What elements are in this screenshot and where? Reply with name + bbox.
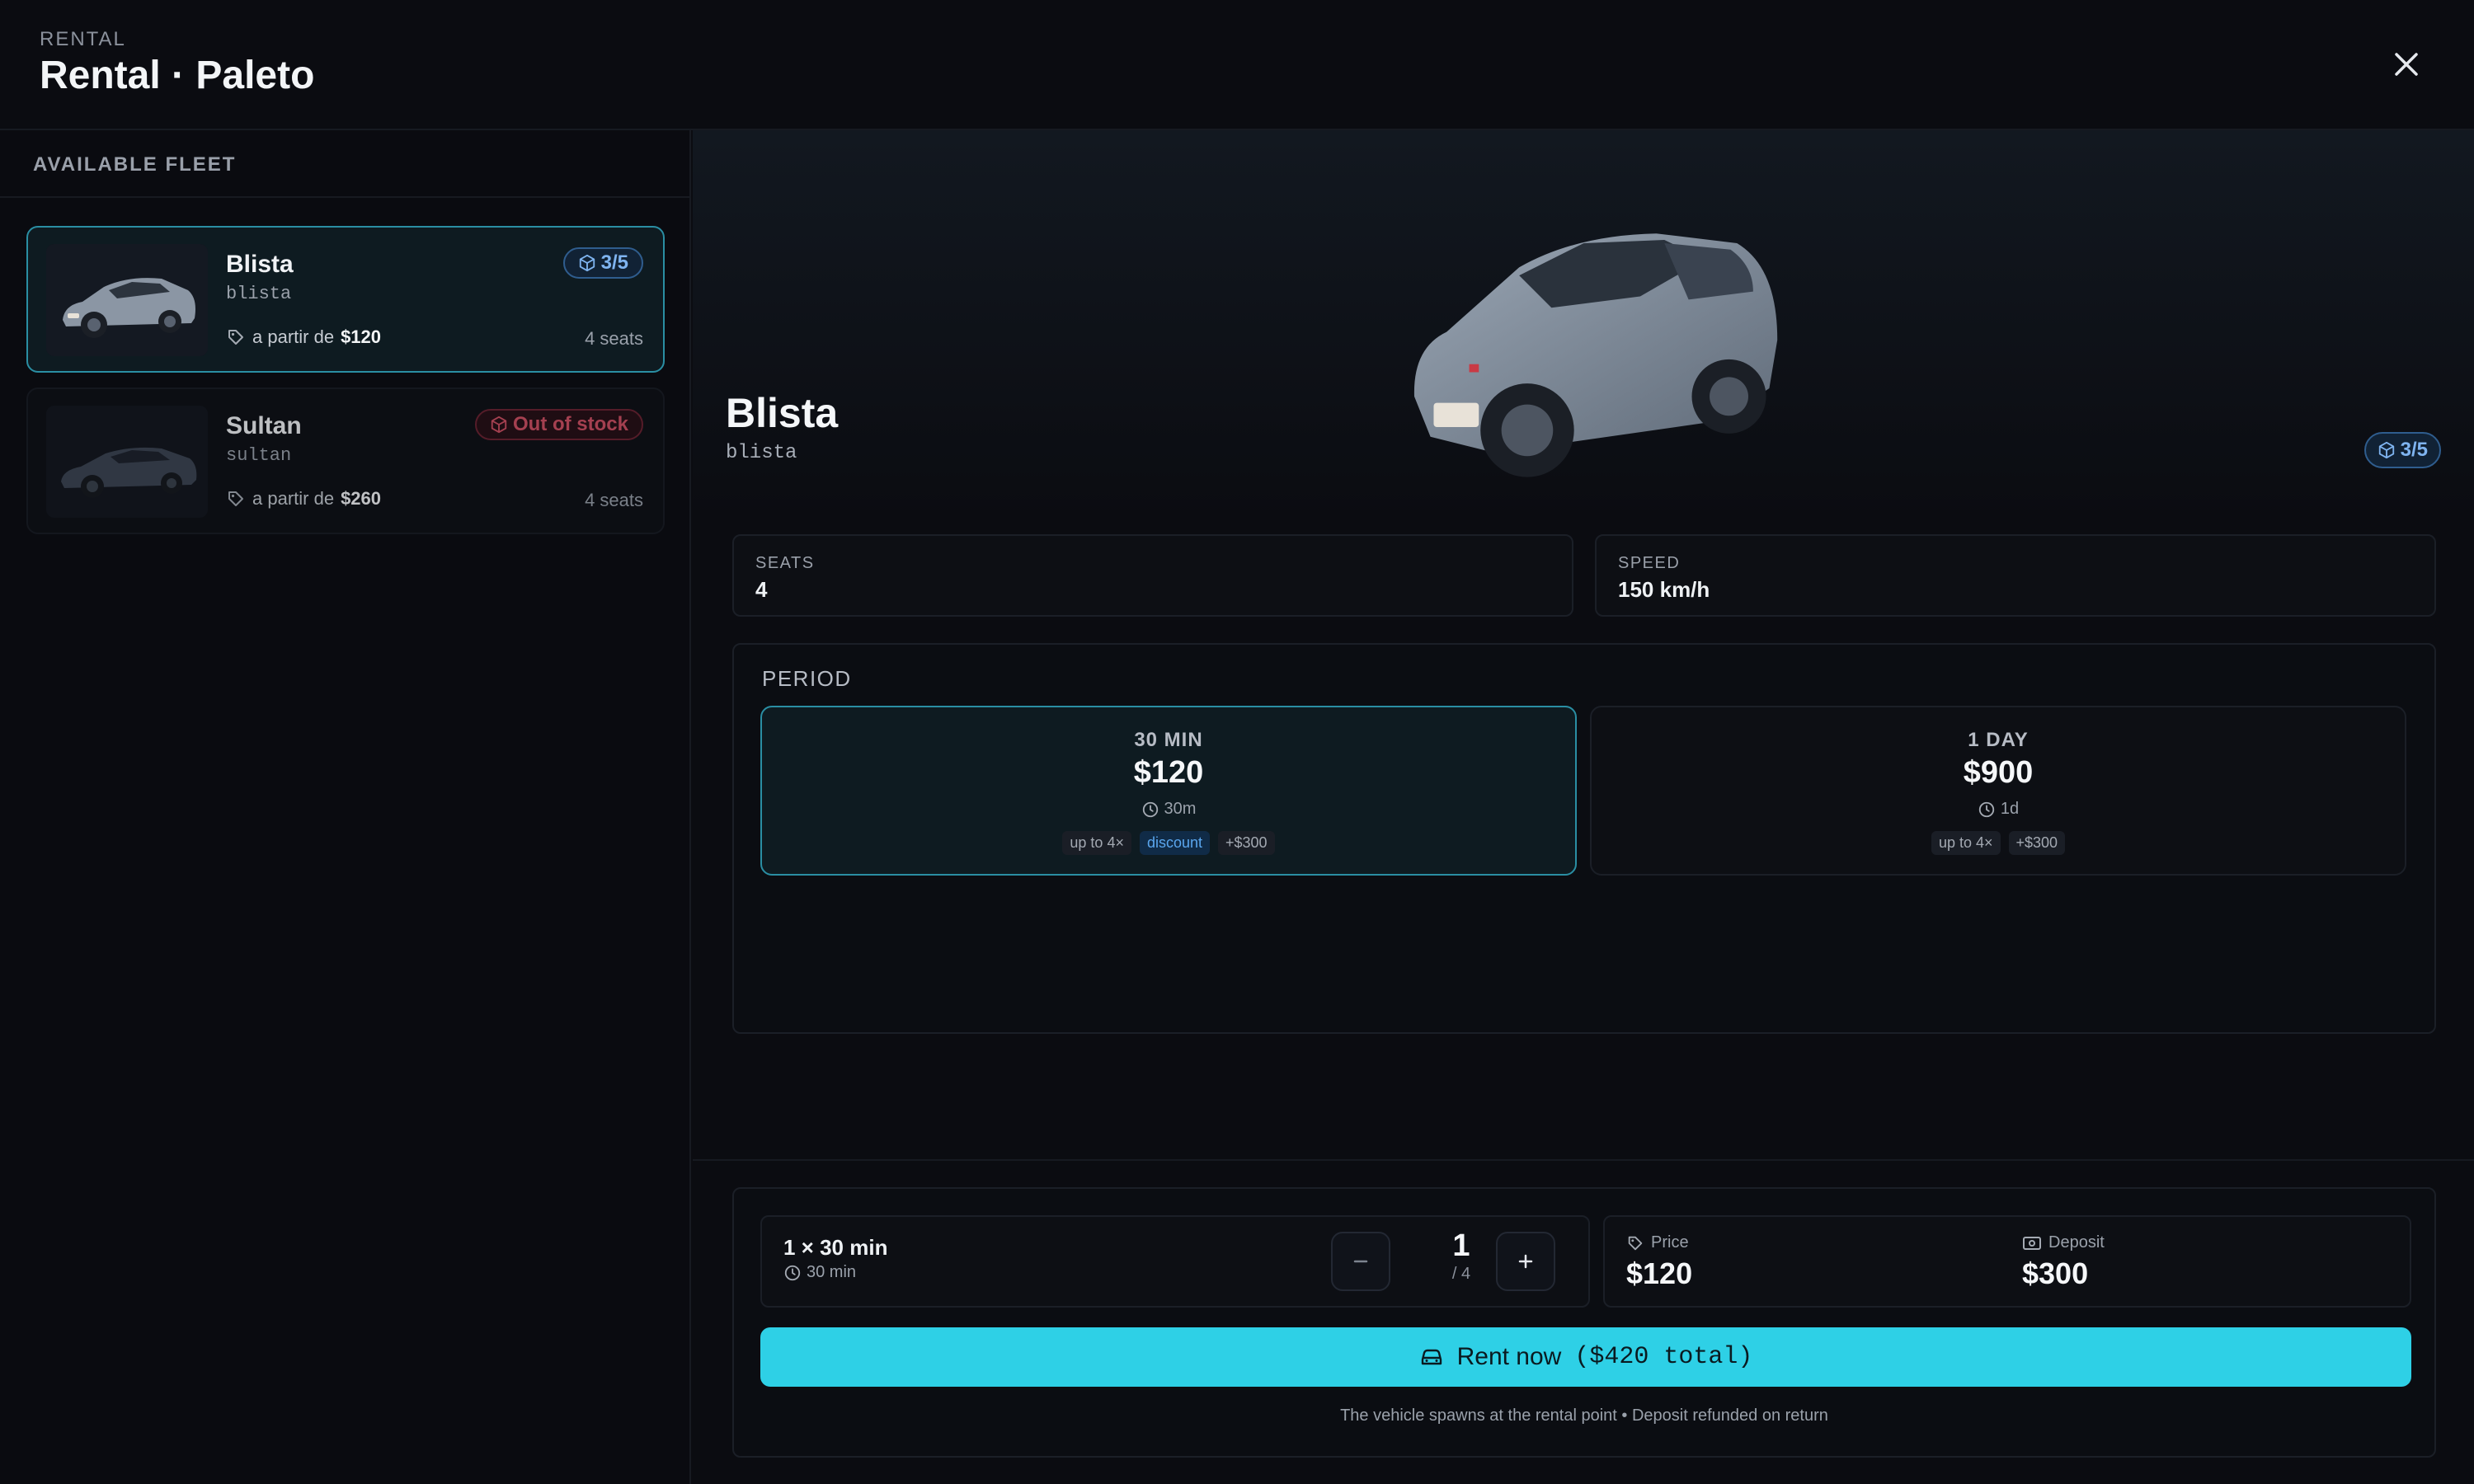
fleet-item-code: blista <box>226 284 292 304</box>
discount-chip: discount <box>1139 831 1211 855</box>
price-prefix: a partir de <box>252 488 335 509</box>
fleet-item-price: a partir de $260 <box>226 488 381 510</box>
rent-total: ($420 total) <box>1574 1343 1753 1371</box>
stat-speed: SPEED 150 km/h <box>1595 534 2436 617</box>
fleet-item-code: sultan <box>226 445 292 466</box>
stat-label: SPEED <box>1618 554 1681 572</box>
vehicle-code: blista <box>726 442 797 464</box>
banknote-icon <box>2023 1236 2041 1250</box>
fleet-sidebar: AVAILABLE FLEET Blista blista a partir d… <box>0 130 691 1484</box>
period-time: 30m <box>762 800 1575 819</box>
stat-value: 4 <box>755 577 768 602</box>
fleet-item-price: a partir de $120 <box>226 326 381 348</box>
quantity-value: 1 <box>1452 1228 1470 1263</box>
car-icon <box>1421 1349 1442 1365</box>
deposit-label: Deposit <box>2022 1233 2105 1252</box>
period-label: PERIOD <box>762 666 852 691</box>
car-thumbnail <box>46 244 208 356</box>
price-prefix: a partir de <box>252 326 335 347</box>
out-of-stock-badge: Out of stock <box>474 409 643 440</box>
quantity-max: / 4 <box>1451 1265 1471 1283</box>
header-eyebrow: RENTAL <box>40 28 126 50</box>
fleet-item-sultan[interactable]: Sultan sultan a partir de $260 4 seats O… <box>26 387 665 534</box>
fleet-item-seats: 4 seats <box>585 490 643 510</box>
page-title: Rental · Paleto <box>40 54 315 97</box>
stat-value: 150 km/h <box>1618 577 1710 602</box>
period-chips: up to 4× discount +$300 <box>762 831 1575 855</box>
stat-seats: SEATS 4 <box>732 534 1573 617</box>
increase-quantity-button[interactable] <box>1496 1232 1555 1291</box>
fleet-item-name: Sultan <box>226 412 302 439</box>
chip: +$300 <box>2008 831 2066 855</box>
minus-icon <box>1353 1260 1368 1263</box>
deposit-value: $300 <box>2022 1256 2089 1290</box>
clock-icon <box>784 1265 801 1280</box>
price-value: $260 <box>341 488 382 509</box>
tag-icon <box>1628 1236 1643 1250</box>
close-icon <box>2395 53 2418 76</box>
period-duration: 30 MIN <box>1134 729 1203 751</box>
price-value: $120 <box>341 326 382 347</box>
divider <box>693 1159 2474 1161</box>
chip: +$300 <box>1218 831 1275 855</box>
tag-icon <box>228 330 243 345</box>
stock-badge: 3/5 <box>562 247 643 279</box>
clock-icon <box>1142 801 1158 817</box>
price-label-text: Price <box>1651 1233 1689 1252</box>
plus-icon <box>1518 1254 1533 1269</box>
summary-subtitle-text: 30 min <box>807 1263 857 1281</box>
stock-badge-text: 3/5 <box>600 251 628 274</box>
period-price: $120 <box>1133 755 1204 790</box>
box-icon <box>2378 441 2394 459</box>
price-label: Price <box>1626 1233 1689 1252</box>
footer-note: The vehicle spawns at the rental point •… <box>1340 1407 1828 1425</box>
tag-icon <box>228 491 243 506</box>
box-icon <box>491 416 507 434</box>
period-time-text: 30m <box>1164 800 1197 818</box>
stat-label: SEATS <box>755 554 815 572</box>
modal-header: RENTAL Rental · Paleto <box>0 0 2474 130</box>
period-price: $900 <box>1963 755 2034 790</box>
fleet-item-blista[interactable]: Blista blista a partir de $120 4 seats 3… <box>26 226 665 373</box>
vehicle-detail: Blista blista 3/5 SEATS 4 SPEED 150 km/h… <box>693 130 2474 1484</box>
box-icon <box>579 254 595 272</box>
summary-box: 1 × 30 min 30 min 1 / 4 <box>760 1215 1590 1308</box>
chip: up to 4× <box>1062 831 1131 855</box>
deposit-label-text: Deposit <box>2048 1233 2105 1252</box>
chip: up to 4× <box>1931 831 2001 855</box>
price-value: $120 <box>1626 1256 1693 1290</box>
vehicle-image <box>1413 233 1778 477</box>
summary-subtitle: 30 min <box>783 1263 856 1282</box>
period-time-text: 1d <box>2000 800 2020 818</box>
period-chips: up to 4× +$300 <box>1592 831 2405 855</box>
price-breakdown: Price $120 Deposit $300 <box>1603 1215 2411 1308</box>
period-time: 1d <box>1592 800 2405 819</box>
decrease-quantity-button[interactable] <box>1331 1232 1390 1291</box>
period-option-30min[interactable]: 30 MIN $120 30m up to 4× discount +$300 <box>760 706 1577 876</box>
vehicle-stock-badge: 3/5 <box>2363 432 2441 468</box>
checkout-panel: 1 × 30 min 30 min 1 / 4 Price $120 Depos… <box>732 1187 2436 1458</box>
close-button[interactable] <box>2383 41 2429 87</box>
vehicle-stock-text: 3/5 <box>2400 439 2428 461</box>
clock-icon <box>1978 801 1995 817</box>
period-duration: 1 DAY <box>1968 729 2029 751</box>
vehicle-name: Blista <box>726 390 839 436</box>
vehicle-hero: Blista blista 3/5 <box>693 130 2474 518</box>
period-option-1day[interactable]: 1 DAY $900 1d up to 4× +$300 <box>1590 706 2406 876</box>
summary-title: 1 × 30 min <box>783 1235 888 1260</box>
out-of-stock-text: Out of stock <box>512 413 628 435</box>
rent-now-button[interactable]: Rent now ($420 total) <box>760 1327 2411 1387</box>
car-thumbnail <box>46 406 208 518</box>
rent-now-label: Rent now <box>1456 1343 1562 1370</box>
fleet-item-name: Blista <box>226 251 294 278</box>
sidebar-heading: AVAILABLE FLEET <box>0 130 689 198</box>
fleet-item-seats: 4 seats <box>585 328 643 349</box>
period-selector: PERIOD 30 MIN $120 30m up to 4× discount… <box>732 643 2436 1034</box>
